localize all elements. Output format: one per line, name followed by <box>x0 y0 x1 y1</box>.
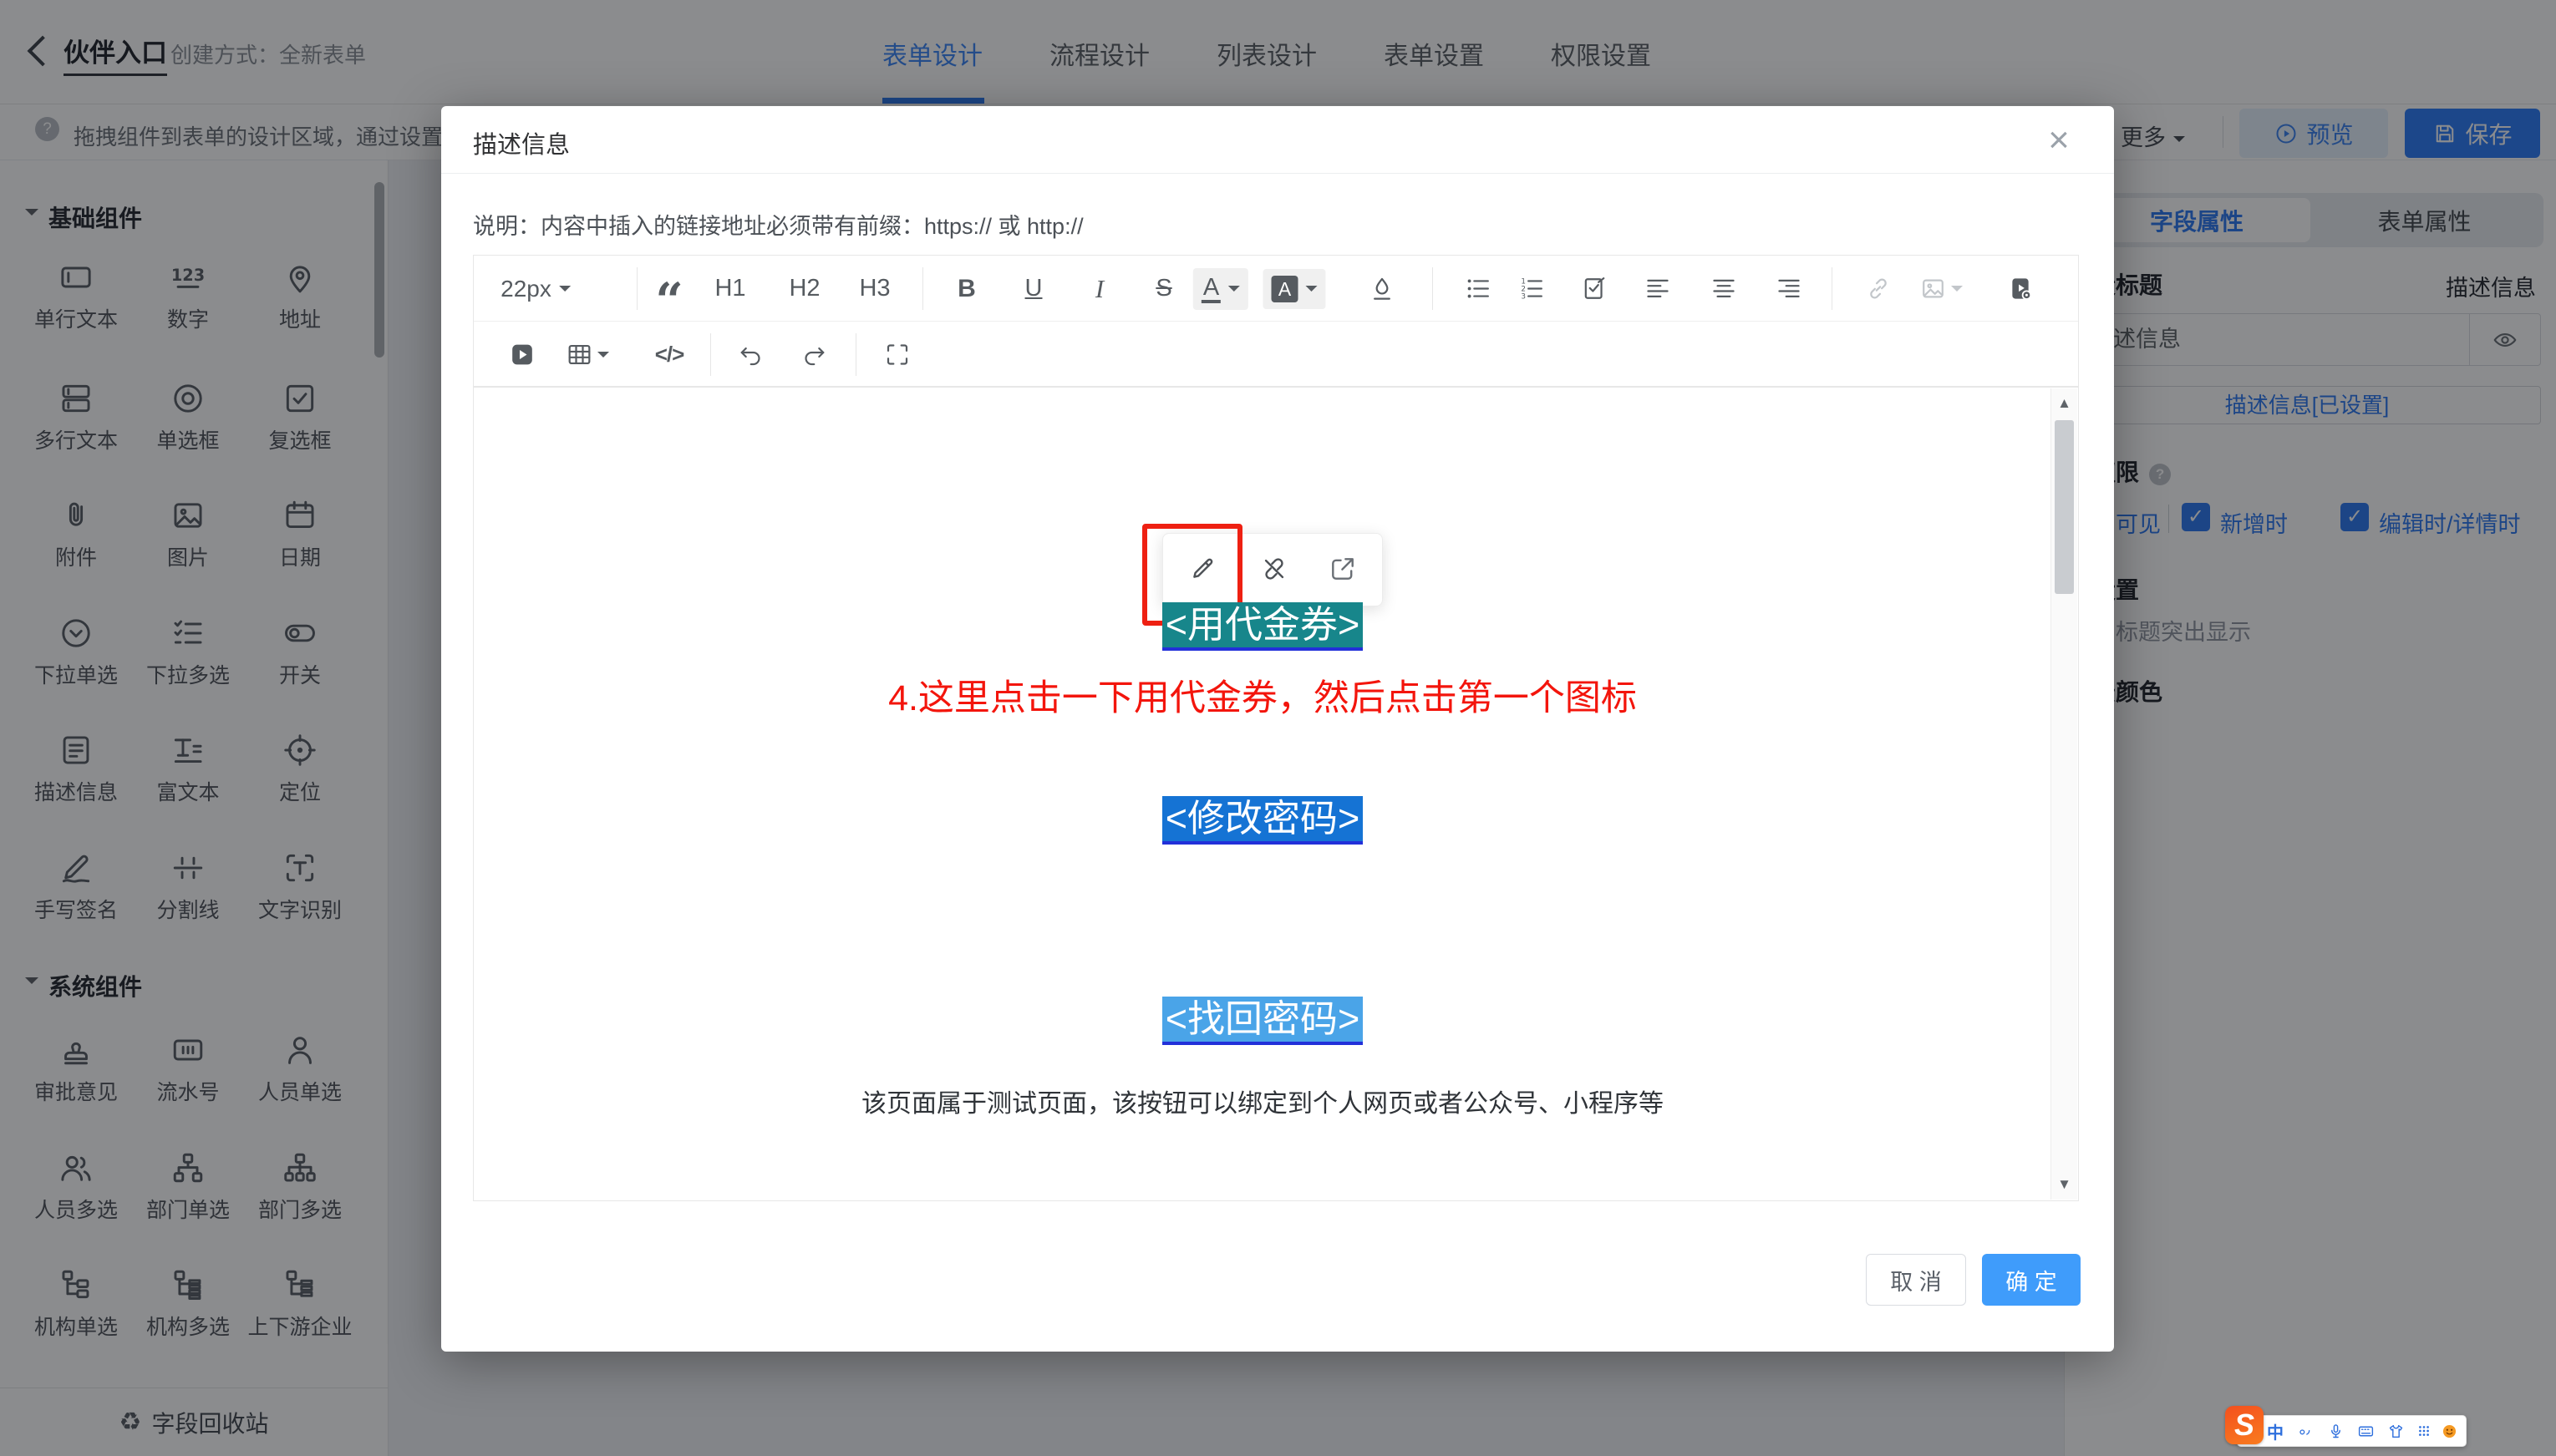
font-size-select[interactable]: 22px <box>501 256 571 322</box>
video-file-button[interactable] <box>2007 256 2035 322</box>
task-icon <box>1581 275 1608 302</box>
toolbar-group-divider <box>1432 267 1433 310</box>
ime-emoji[interactable] <box>2438 1416 2460 1446</box>
confirm-button[interactable]: 确 定 <box>1982 1254 2081 1306</box>
ime-skin[interactable] <box>2385 1416 2406 1446</box>
unlink-icon[interactable] <box>1259 554 1289 584</box>
bold-button[interactable]: B <box>958 256 976 322</box>
video-file-icon <box>2007 275 2035 302</box>
align-right-button[interactable] <box>1776 256 1803 322</box>
coupon-link[interactable]: <用代金券> <box>1162 602 1364 651</box>
bullet-list-button[interactable] <box>1465 256 1492 322</box>
toolbar-group-divider <box>710 333 711 376</box>
tshirt-icon <box>2387 1423 2405 1440</box>
redo-icon <box>800 341 828 368</box>
chain-icon <box>1865 275 1893 302</box>
ordered-list-button[interactable] <box>1518 256 1546 322</box>
table-icon <box>566 341 593 368</box>
divider <box>441 173 2114 174</box>
align-right-icon <box>1776 275 1803 302</box>
sogou-logo[interactable]: S <box>2225 1406 2264 1444</box>
scrollbar-thumb[interactable] <box>2055 420 2074 594</box>
chevron-down-icon <box>559 286 571 297</box>
strike-button[interactable]: S <box>1156 256 1171 322</box>
ime-punctuation[interactable] <box>2294 1416 2316 1446</box>
punct-icon <box>2297 1423 2314 1439</box>
undo-icon <box>738 341 765 368</box>
font-color-button[interactable]: A <box>1193 256 1248 322</box>
editor-line: <找回密码> <box>474 997 2051 1045</box>
keyboard-icon <box>2357 1423 2375 1440</box>
ul-icon <box>1465 275 1492 302</box>
blockquote-button[interactable]: “ <box>655 256 683 322</box>
open-link-icon[interactable] <box>1328 554 1358 584</box>
task-list-button[interactable] <box>1581 256 1608 322</box>
annotation-red-text: 4.这里点击一下用代金券，然后点击第一个图标 <box>474 669 2051 721</box>
undo-button[interactable] <box>738 322 765 388</box>
image-icon <box>1919 275 1947 302</box>
droplet-icon <box>1369 275 1396 302</box>
mic-icon <box>2327 1423 2345 1440</box>
app-root: 伙伴入口 创建方式：全新表单 表单设计流程设计列表设计表单设置权限设置 ? 拖拽… <box>0 0 2556 1456</box>
align-center-button[interactable] <box>1710 256 1738 322</box>
bg-color-button[interactable]: A <box>1263 256 1326 322</box>
chinese-mode-icon: 中 <box>2267 1419 2284 1443</box>
clear-format-button[interactable] <box>1369 256 1396 322</box>
toolbar-group-divider <box>922 267 923 310</box>
italic-button[interactable]: I <box>1095 256 1104 322</box>
ime-keyboard[interactable] <box>2355 1416 2376 1446</box>
underline-button[interactable]: U <box>1025 256 1043 322</box>
table-button[interactable] <box>566 322 609 388</box>
fullscreen-button[interactable] <box>884 322 912 388</box>
grid-dots-icon <box>2416 1423 2432 1439</box>
cancel-button[interactable]: 取 消 <box>1866 1254 1966 1306</box>
video-button[interactable] <box>509 322 536 388</box>
toolbar-group-divider <box>637 267 638 310</box>
chevron-down-icon <box>1306 286 1318 297</box>
blockquote-icon: “ <box>655 288 683 313</box>
editor-toolbar: 22px “ H1 H2 H3 BUIS A A </> <box>473 255 2079 387</box>
font-color-icon: A <box>1202 275 1221 303</box>
editor-line: <用代金券> <box>474 602 2051 651</box>
play-square-icon <box>509 341 536 368</box>
ime-voice[interactable] <box>2325 1416 2346 1446</box>
editor-bottom-text: 该页面属于测试页面，该按钮可以绑定到个人网页或者公众号、小程序等 <box>474 1083 2051 1119</box>
chevron-down-icon <box>1228 286 1240 297</box>
align-left-button[interactable] <box>1644 256 1672 322</box>
find-password-link[interactable]: <找回密码> <box>1162 997 1364 1045</box>
image-button[interactable] <box>1919 256 1963 322</box>
editor-scrollbar[interactable]: ▲ ▼ <box>2050 388 2077 1200</box>
redo-button[interactable] <box>800 322 828 388</box>
ime-toolbox[interactable] <box>2413 1416 2435 1446</box>
link-button[interactable] <box>1865 256 1893 322</box>
chevron-down-icon <box>1951 286 1963 297</box>
align-center-icon <box>1710 275 1738 302</box>
h3-button[interactable]: H3 <box>859 256 890 322</box>
dialog-title: 描述信息 <box>473 125 570 160</box>
chevron-down-icon <box>597 352 609 363</box>
ol-icon <box>1518 275 1546 302</box>
code-button[interactable]: </> <box>655 322 684 388</box>
h1-button[interactable]: H1 <box>714 256 745 322</box>
scroll-up-icon[interactable]: ▲ <box>2051 395 2077 412</box>
link-prefix-note: 说明：内容中插入的链接地址必须带有前缀：https:// 或 http:// <box>473 208 1084 241</box>
ime-toolbar: S 中 <box>2237 1415 2467 1447</box>
description-dialog: 描述信息 × 说明：内容中插入的链接地址必须带有前缀：https:// 或 ht… <box>441 106 2114 1352</box>
editor-line: <修改密码> <box>474 796 2051 845</box>
close-icon[interactable]: × <box>2035 119 2082 161</box>
bg-color-icon: A <box>1272 276 1298 302</box>
h2-button[interactable]: H2 <box>789 256 820 322</box>
align-left-icon <box>1644 275 1672 302</box>
rich-text-editor[interactable]: <用代金券> 4.这里点击一下用代金券，然后点击第一个图标 <修改密码> <找回… <box>473 387 2079 1201</box>
change-password-link[interactable]: <修改密码> <box>1162 796 1364 845</box>
smiley-icon <box>2441 1423 2458 1440</box>
fullscreen-icon <box>884 341 912 368</box>
ime-chinese-mode[interactable]: 中 <box>2264 1416 2286 1446</box>
scroll-down-icon[interactable]: ▼ <box>2051 1176 2077 1193</box>
